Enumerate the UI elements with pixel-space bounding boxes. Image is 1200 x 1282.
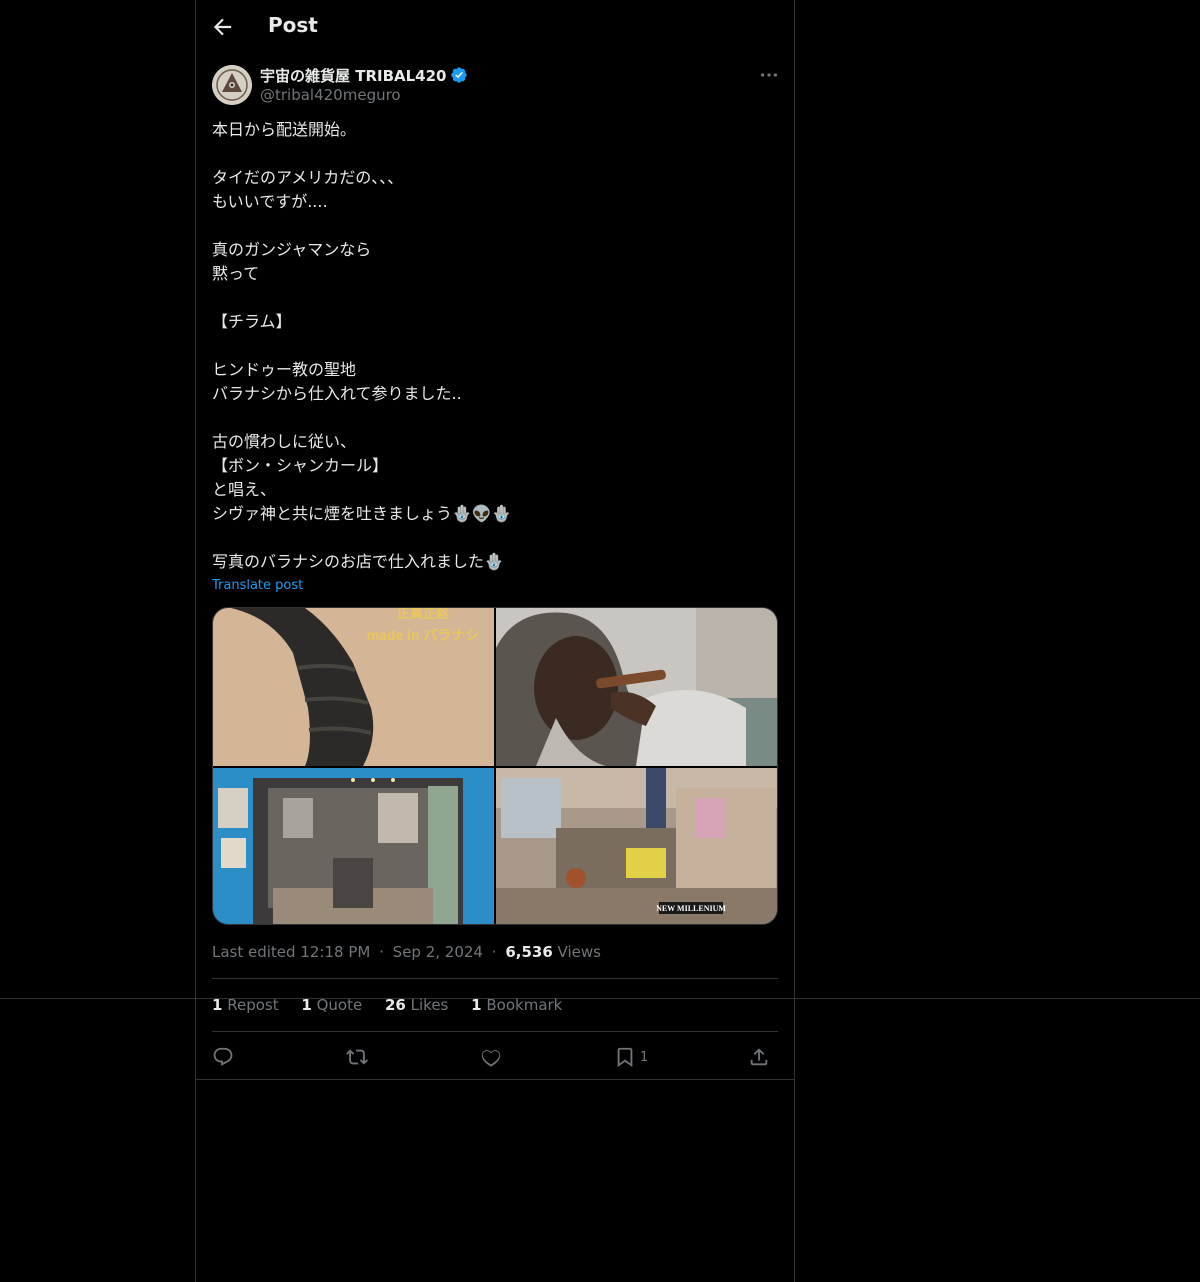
reply-icon xyxy=(213,1047,233,1066)
shop-interior-photo: NEW MILLENIUM xyxy=(496,768,777,924)
post-text-line xyxy=(212,334,778,358)
post-stats: 1 Repost 1 Quote 26 Likes 1 Bookmark xyxy=(212,996,580,1014)
bookmark-icon xyxy=(617,1047,633,1068)
reposts-label: Repost xyxy=(227,996,279,1014)
divider xyxy=(212,1031,778,1032)
post-text-line xyxy=(212,286,778,310)
back-arrow-icon xyxy=(213,18,232,36)
share-button[interactable] xyxy=(748,1044,770,1070)
bookmark-count: 1 xyxy=(640,1049,649,1065)
post-text-line: 【チラム】 xyxy=(212,312,292,331)
shop-front-photo xyxy=(213,768,494,924)
media-grid: 正真正銘 made in バラナシ NEW MILLENIUM xyxy=(212,607,778,925)
post-text-line: 古の慣わしに従い、 xyxy=(212,432,357,451)
bookmarks-count: 1 xyxy=(471,996,482,1014)
post-text-line: もいいですが.... xyxy=(212,192,328,211)
media-image-shop-interior[interactable]: NEW MILLENIUM xyxy=(496,768,777,924)
image-caption-top: 正真正銘 xyxy=(397,608,449,621)
post-column: Post 宇宙の雑貨屋 TRIBAL420 @tribal420meguro 本… xyxy=(195,0,795,1282)
more-dots-icon xyxy=(760,73,778,77)
likes-count: 26 xyxy=(384,996,406,1014)
post-text-line xyxy=(212,214,778,238)
post-text-line xyxy=(212,526,778,550)
heart-icon xyxy=(481,1050,501,1067)
views-label: Views xyxy=(557,943,601,961)
post-meta: Last edited 12:18 PM · Sep 2, 2024 · 6,5… xyxy=(212,943,601,961)
post-text-line: 黙って xyxy=(212,264,260,283)
post-text: 本日から配送開始。タイだのアメリカだの、、、 もいいですが.... 真のガンジャマン… xyxy=(212,118,778,574)
reposts-stat[interactable]: 1 Repost xyxy=(212,996,279,1014)
chillum-photo: 正真正銘 made in バラナシ xyxy=(213,608,494,766)
repost-button[interactable] xyxy=(346,1044,368,1070)
author-handle[interactable]: @tribal420meguro xyxy=(260,86,401,104)
verified-badge-icon xyxy=(450,67,467,83)
post-text-line: と唱え、 xyxy=(212,480,277,499)
sadhu-photo xyxy=(496,608,777,766)
divider xyxy=(196,1079,794,1080)
post-date[interactable]: Sep 2, 2024 xyxy=(393,943,483,961)
post-text-line: タイだのアメリカだの、、、 xyxy=(212,168,404,187)
edited-timestamp[interactable]: Last edited 12:18 PM xyxy=(212,943,370,961)
like-button[interactable] xyxy=(480,1044,502,1070)
reposts-count: 1 xyxy=(212,996,223,1014)
media-image-chillum[interactable]: 正真正銘 made in バラナシ xyxy=(213,608,494,766)
more-options-button[interactable] xyxy=(758,64,780,86)
likes-label: Likes xyxy=(410,996,449,1014)
bookmark-button[interactable]: 1 xyxy=(614,1044,648,1070)
likes-stat[interactable]: 26 Likes xyxy=(385,996,448,1014)
repost-icon xyxy=(346,1049,368,1065)
post-text-line: 【ボン・シャンカール】 xyxy=(212,456,389,475)
post-text-line xyxy=(212,142,778,166)
quotes-count: 1 xyxy=(301,996,312,1014)
post-text-line: 真のガンジャマンなら xyxy=(212,240,372,259)
share-icon xyxy=(750,1048,768,1066)
page-title: Post xyxy=(268,13,318,37)
media-image-sadhu[interactable] xyxy=(496,608,777,766)
back-button[interactable] xyxy=(210,14,236,40)
quotes-stat[interactable]: 1 Quote xyxy=(301,996,362,1014)
meta-separator: · xyxy=(379,943,384,961)
avatar[interactable] xyxy=(212,65,252,105)
post-text-line xyxy=(212,406,778,430)
action-bar: 1 xyxy=(212,1044,778,1070)
translate-post-link[interactable]: Translate post xyxy=(212,578,303,593)
quotes-label: Quote xyxy=(316,996,363,1014)
post-text-line: ヒンドゥー教の聖地 xyxy=(212,360,357,379)
views-count: 6,536 xyxy=(505,943,553,961)
meta-separator: · xyxy=(491,943,497,961)
author-name-text: 宇宙の雑貨屋 TRIBAL420 xyxy=(260,67,447,85)
media-image-shop-front[interactable] xyxy=(213,768,494,924)
divider xyxy=(212,978,778,979)
post-text-line: 本日から配送開始。 xyxy=(212,120,357,139)
reply-button[interactable] xyxy=(212,1044,234,1070)
post-header: Post xyxy=(196,0,794,54)
image-caption: made in バラナシ xyxy=(367,627,480,643)
avatar-logo-icon xyxy=(212,65,252,105)
bookmarks-label: Bookmark xyxy=(486,996,563,1014)
post-text-line: バラナシから仕入れて参りました.. xyxy=(212,384,462,403)
post-text-line: 写真のバラナシのお店で仕入れました🪬 xyxy=(212,552,504,571)
shop-sign-text: NEW MILLENIUM xyxy=(656,904,726,913)
bookmarks-stat[interactable]: 1 Bookmark xyxy=(471,996,562,1014)
author-name[interactable]: 宇宙の雑貨屋 TRIBAL420 xyxy=(260,65,468,86)
post-text-line: シヴァ神と共に煙を吐きましょう🪬👽🪬 xyxy=(212,504,512,523)
